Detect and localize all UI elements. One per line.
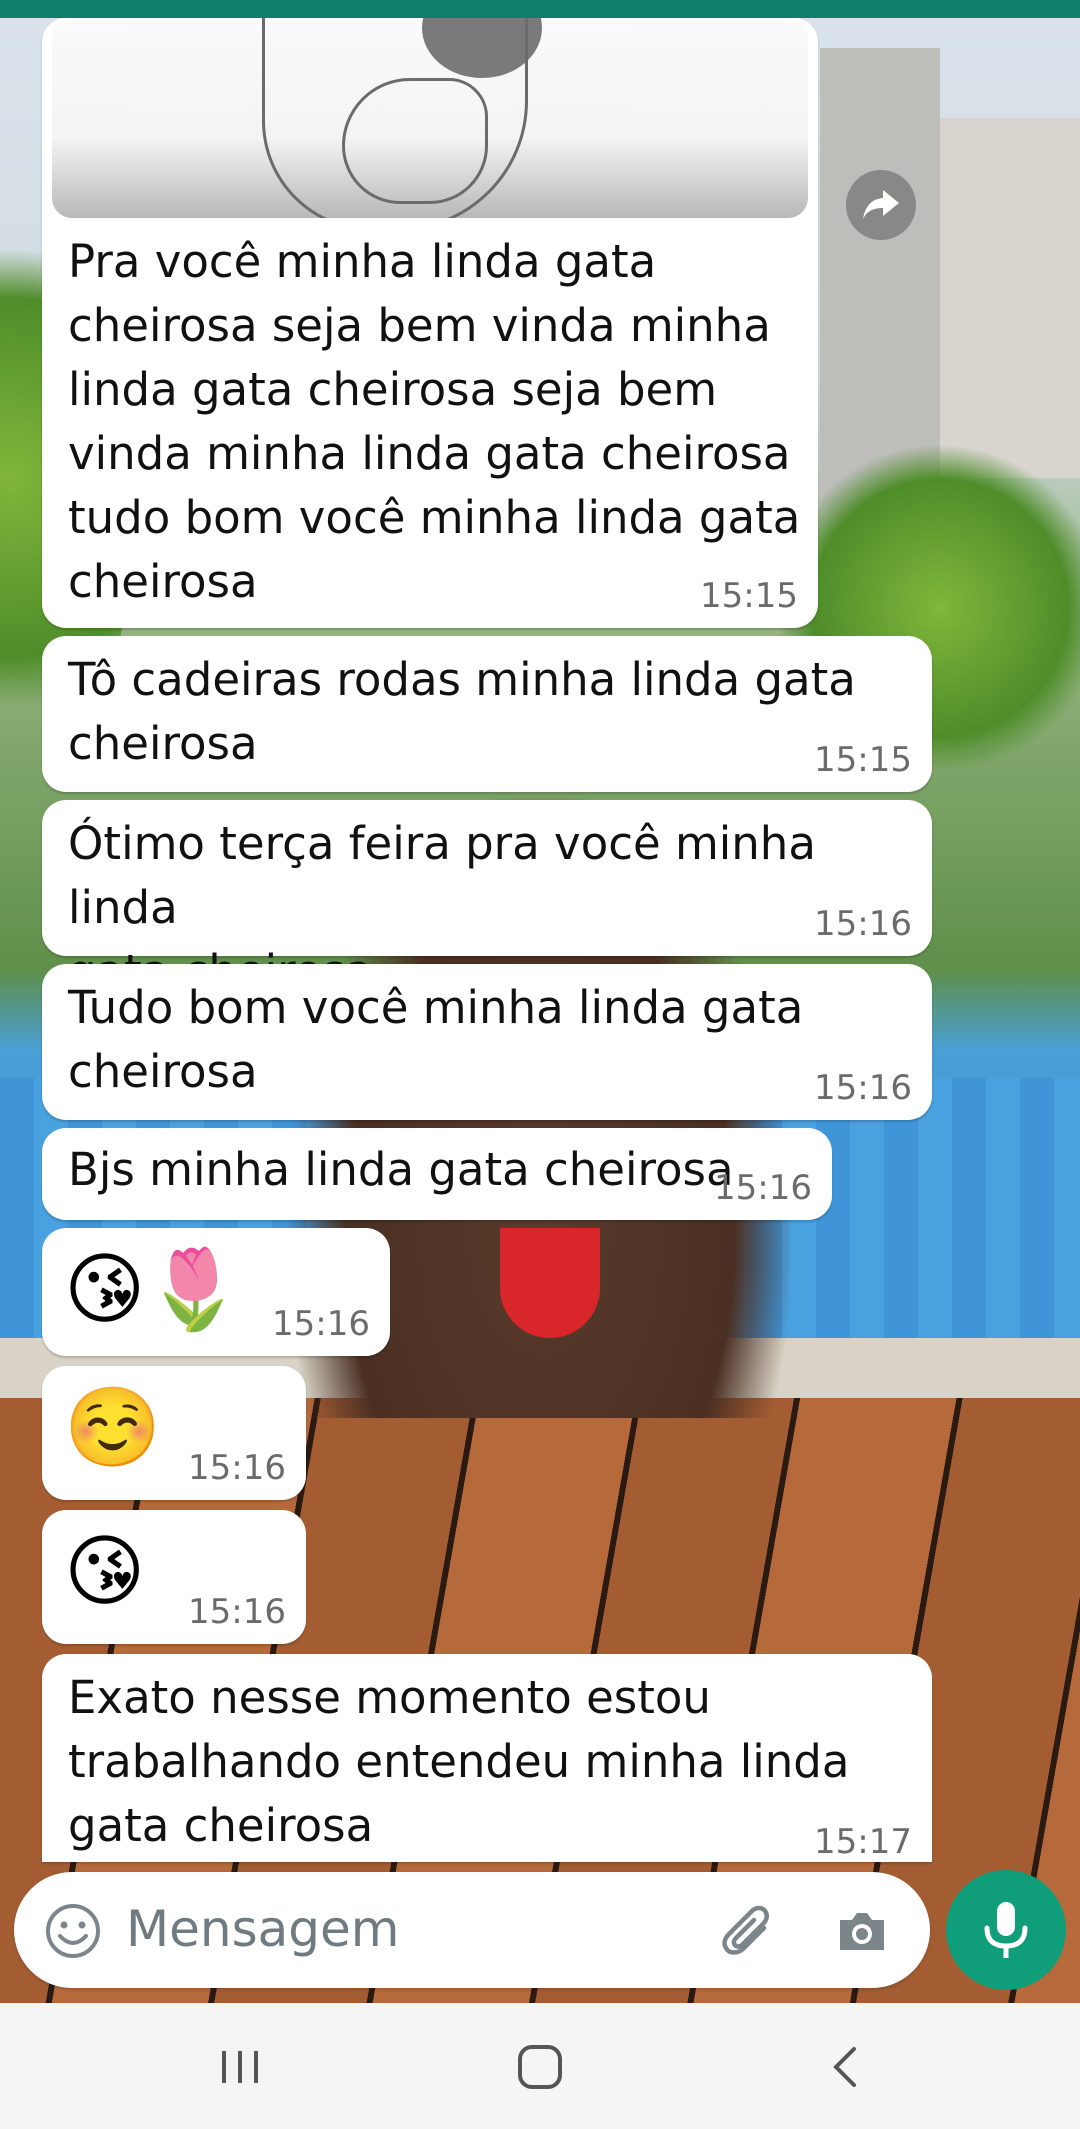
home-icon[interactable] <box>516 2043 564 2091</box>
message-text: Pra você minha linda gata cheirosa seja … <box>68 235 801 608</box>
message-bubble[interactable]: Tô cadeiras rodas minha linda gata cheir… <box>42 636 932 792</box>
message-input-bar[interactable]: Mensagem <box>14 1872 930 1988</box>
message-bubble[interactable]: Ótimo terça feira pra você minha linda g… <box>42 800 932 998</box>
message-time: 15:16 <box>188 1592 286 1632</box>
message-time: 15:17 <box>814 1822 912 1862</box>
message-time: 15:15 <box>814 740 912 780</box>
message-emoji: ☺️ <box>64 1383 162 1473</box>
message-input[interactable]: Mensagem <box>126 1900 400 1958</box>
message-time: 15:16 <box>814 1068 912 1108</box>
message-bubble[interactable]: Tudo bom você minha linda gata cheirosa … <box>42 964 932 1120</box>
message-list[interactable]: Pra você minha linda gata cheirosa seja … <box>0 0 1080 2003</box>
message-text: Exato nesse momento estou trabalhando en… <box>68 1671 850 1852</box>
back-icon[interactable] <box>822 2043 870 2091</box>
message-time: 15:16 <box>188 1448 286 1488</box>
message-text: Tudo bom você minha linda gata cheirosa <box>68 981 804 1098</box>
message-bubble[interactable]: Exato nesse momento estou trabalhando en… <box>42 1654 932 1862</box>
message-bubble[interactable]: 😘🌷 15:16 <box>42 1228 390 1356</box>
mic-icon <box>984 1902 1028 1958</box>
message-bubble[interactable]: Pra você minha linda gata cheirosa seja … <box>42 18 818 628</box>
message-time: 15:15 <box>700 576 798 616</box>
system-nav-bar <box>0 2003 1080 2129</box>
message-time: 15:16 <box>814 904 912 944</box>
message-time: 15:16 <box>714 1168 812 1208</box>
message-bubble[interactable]: Bjs minha linda gata cheirosa 15:16 <box>42 1128 832 1220</box>
message-text: Bjs minha linda gata cheirosa <box>68 1143 734 1196</box>
camera-icon[interactable] <box>832 1902 892 1962</box>
emoji-icon[interactable] <box>44 1902 102 1960</box>
forward-icon <box>863 190 899 219</box>
paperclip-icon[interactable] <box>720 1902 780 1962</box>
mic-button[interactable] <box>946 1870 1066 1990</box>
recent-apps-icon[interactable] <box>216 2043 264 2091</box>
message-emoji: 😘 <box>64 1527 146 1617</box>
message-bubble[interactable]: 😘 15:16 <box>42 1510 306 1644</box>
forward-button[interactable] <box>846 170 916 240</box>
message-text: Tô cadeiras rodas minha linda gata cheir… <box>68 653 856 770</box>
message-time: 15:16 <box>272 1304 370 1344</box>
message-emoji: 😘🌷 <box>64 1245 243 1335</box>
message-bubble[interactable]: ☺️ 15:16 <box>42 1366 306 1500</box>
image-sketch <box>342 78 488 204</box>
message-image[interactable] <box>52 18 808 218</box>
